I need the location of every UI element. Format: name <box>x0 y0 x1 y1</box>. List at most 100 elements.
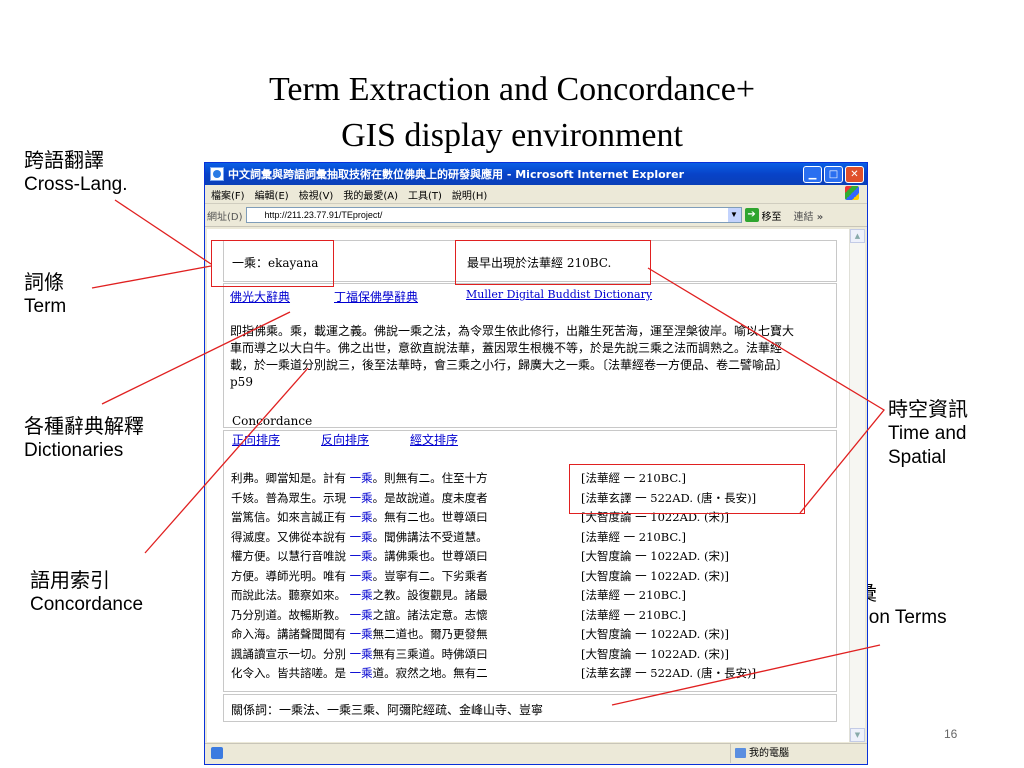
concordance-context-column: 利弗。卿當知是。計有 一乘。則無有二。住至十方 千姟。普為眾生。示現 一乘。是故說… <box>231 469 488 684</box>
annotation-spatial-en-1: Time and <box>888 423 967 444</box>
concordance-right-context: 。是故說道。度未度者 <box>372 490 488 505</box>
scroll-down-icon[interactable]: ▼ <box>850 728 865 742</box>
concordance-row: 諷誦讀宣示一切。分別 一乘無有三乘道。時佛頌曰 <box>231 645 488 665</box>
concordance-row: 方便。導師光明。唯有 一乘。豈寧有二。下劣乘者 <box>231 567 488 587</box>
concordance-keyword[interactable]: 一乘 <box>346 569 373 583</box>
browser-title: 中文詞彙與跨語詞彙抽取技術在數位佛典上的研發與應用 - Microsoft In… <box>228 168 684 181</box>
concordance-keyword[interactable]: 一乘 <box>346 666 373 680</box>
slide-title-line-1: Term Extraction and Concordance+ <box>269 71 755 108</box>
concordance-right-context: 之教。設復觀見。諸最 <box>372 588 488 602</box>
address-input[interactable]: http://211.23.77.91/TEproject/ ▼ <box>245 207 742 223</box>
annotation-cross-lang-zh: 跨語翻譯 <box>24 148 104 172</box>
go-arrow-icon[interactable]: ➔ <box>744 208 759 222</box>
address-label: 網址(D) <box>207 211 243 223</box>
dict-link-muller[interactable]: Muller Digital Buddist Dictionary <box>466 288 652 301</box>
go-button[interactable]: 移至 <box>762 208 782 223</box>
ie-icon <box>210 167 224 181</box>
slide-title-line-2: GIS display environment <box>341 117 683 154</box>
links-text: 連結 <box>793 211 814 223</box>
concordance-keyword[interactable]: 一乘 <box>346 549 373 563</box>
status-bar: 我的電腦 <box>205 743 867 764</box>
concordance-left-context: 命入海。講諸聲聞聞有 <box>231 627 346 641</box>
menu-help[interactable]: 說明(H) <box>452 187 487 202</box>
annotation-spatial-en-2: Spatial <box>888 447 947 468</box>
concordance-left-context: 方便。導師光明。唯有 <box>231 568 346 583</box>
annotation-cross-lang-en: Cross-Lang. <box>24 174 128 195</box>
concordance-keyword[interactable]: 一乘 <box>346 530 373 544</box>
concordance-keyword[interactable]: 一乘 <box>346 627 373 641</box>
concordance-source: [大智度論 一 1022AD. (宋)] <box>581 646 729 661</box>
concordance-row: 得滅度。又佛從本說有 一乘。聞佛講法不受道慧。 <box>231 528 488 548</box>
concordance-right-context: 。無有二也。世尊頌曰 <box>372 510 488 524</box>
address-value: http://211.23.77.91/TEproject/ <box>264 210 383 220</box>
menu-bar: 檔案(F) 編輯(E) 檢視(V) 我的最愛(A) 工具(T) 說明(H) <box>205 185 867 204</box>
concordance-left-context: 得滅度。又佛從本說有 <box>231 529 346 544</box>
menu-favorites[interactable]: 我的最愛(A) <box>343 187 398 202</box>
concordance-source: [大智度論 一 1022AD. (宋)] <box>581 549 729 563</box>
windows-flag-icon <box>845 186 859 200</box>
concordance-right-context: 無有三乘道。時佛頌曰 <box>372 646 488 661</box>
minimize-button[interactable]: ▁ <box>803 165 822 183</box>
concordance-keyword[interactable]: 一乘 <box>346 608 373 622</box>
window-controls: ▁ □ ✕ <box>803 165 864 183</box>
connector-cross-lang <box>114 199 212 265</box>
related-terms: 關係詞：一乘法、一乘三乘、阿彌陀經疏、金峰山寺、豈寧 <box>231 703 544 717</box>
page-status-icon <box>211 747 223 759</box>
menu-edit[interactable]: 編輯(E) <box>255 187 289 202</box>
vertical-scrollbar[interactable]: ▲ ▼ <box>849 229 865 742</box>
scroll-up-icon[interactable]: ▲ <box>850 229 865 243</box>
annotation-term: 詞條 Term <box>24 269 66 319</box>
more-chevron-icon: » <box>816 211 824 223</box>
concordance-right-context: 。聞佛講法不受道慧。 <box>372 529 488 544</box>
close-button[interactable]: ✕ <box>845 165 864 183</box>
concordance-keyword[interactable]: 一乘 <box>346 647 373 661</box>
concordance-source: [法華經 一 210BC.] <box>581 588 686 602</box>
annotation-term-zh: 詞條 <box>24 270 64 294</box>
definition-text: 即指佛乘。乘，載運之義。佛說一乘之法，為令眾生依此修行，出離生死苦海，運至涅槃彼… <box>230 324 795 389</box>
concordance-keyword[interactable]: 一乘 <box>346 510 373 524</box>
concordance-right-context: 道。寂然之地。無有二 <box>372 666 488 680</box>
zone-label: 我的電腦 <box>749 748 789 759</box>
annotation-dictionaries-zh: 各種辭典解釋 <box>24 414 144 438</box>
concordance-source: [法華經 一 210BC.] <box>581 607 686 622</box>
concordance-row: 千姟。普為眾生。示現 一乘。是故說道。度未度者 <box>231 489 488 509</box>
concordance-row: 命入海。講諸聲聞聞有 一乘無二道也。爾乃更發無 <box>231 625 488 645</box>
concordance-left-context: 當篤信。如來言誠正有 <box>231 510 346 524</box>
menu-tools[interactable]: 工具(T) <box>408 187 442 202</box>
menu-view[interactable]: 檢視(V) <box>299 187 334 202</box>
annotation-spatial-zh: 時空資訊 <box>888 397 968 421</box>
source-highlight-box <box>569 464 805 514</box>
sort-reverse-link[interactable]: 反向排序 <box>321 431 369 448</box>
dict-link-dingfubao[interactable]: 丁福保佛學辭典 <box>334 288 418 305</box>
sort-forward-link[interactable]: 正向排序 <box>232 431 280 448</box>
concordance-row: 利弗。卿當知是。計有 一乘。則無有二。住至十方 <box>231 469 488 489</box>
concordance-left-context: 權方便。以慧行音唯說 <box>231 549 346 563</box>
concordance-row: 權方便。以慧行音唯說 一乘。講佛乘也。世尊頌曰 <box>231 547 488 567</box>
concordance-row: 當篤信。如來言誠正有 一乘。無有二也。世尊頌曰 <box>231 508 488 528</box>
concordance-source: [大智度論 一 1022AD. (宋)] <box>581 568 729 583</box>
concordance-right-context: 。豈寧有二。下劣乘者 <box>372 568 488 583</box>
concordance-row: 乃分別道。故暢斯教。 一乘之誼。諸法定意。志懷 <box>231 606 488 626</box>
chevron-down-icon[interactable]: ▼ <box>727 208 741 222</box>
annotation-dictionaries: 各種辭典解釋 Dictionaries <box>24 413 144 463</box>
concordance-right-context: 。則無有二。住至十方 <box>372 471 488 485</box>
annotation-concordance: 語用索引 Concordance <box>30 567 143 617</box>
concordance-keyword[interactable]: 一乘 <box>346 588 373 602</box>
maximize-button[interactable]: □ <box>824 165 843 183</box>
dict-link-foguang[interactable]: 佛光大辭典 <box>230 288 290 305</box>
concordance-source: [法華玄譯 一 522AD. (唐・長安)] <box>581 666 757 680</box>
concordance-keyword[interactable]: 一乘 <box>346 471 373 485</box>
annotation-concordance-en: Concordance <box>30 594 144 615</box>
concordance-row: 而說此法。聽察如來。 一乘之教。設復觀見。諸最 <box>231 586 488 606</box>
concordance-left-context: 乃分別道。故暢斯教。 <box>231 607 346 622</box>
concordance-keyword[interactable]: 一乘 <box>346 491 373 505</box>
concordance-left-context: 利弗。卿當知是。計有 <box>231 471 346 485</box>
annotation-cross-lang: 跨語翻譯 Cross-Lang. <box>24 147 128 197</box>
concordance-right-context: 。講佛乘也。世尊頌曰 <box>372 549 488 563</box>
sort-sutra-link[interactable]: 經文排序 <box>410 431 458 448</box>
links-label[interactable]: 連結 » <box>794 208 824 223</box>
address-bar: 網址(D) http://211.23.77.91/TEproject/▼ ➔ … <box>205 204 867 227</box>
annotation-dictionaries-en: Dictionaries <box>24 440 124 461</box>
menu-file[interactable]: 檔案(F) <box>211 187 245 202</box>
concordance-left-context: 化令入。皆共諮嗟。是 <box>231 666 346 680</box>
